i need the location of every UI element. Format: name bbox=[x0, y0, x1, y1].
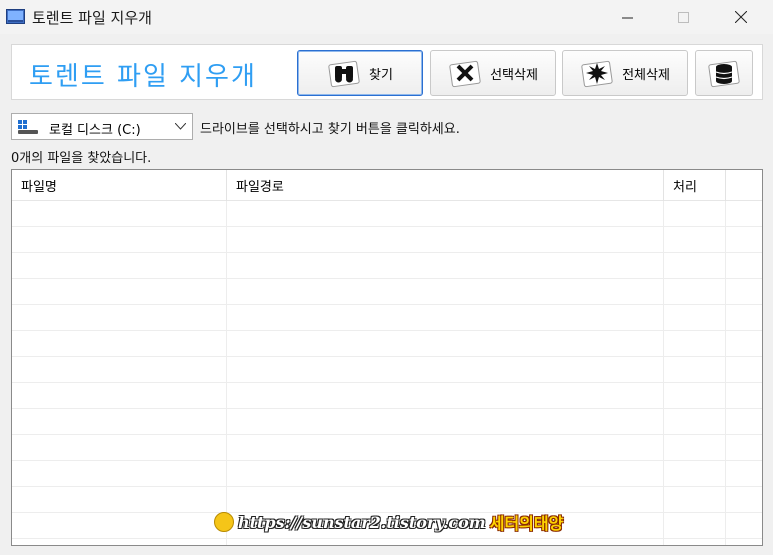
minimize-icon bbox=[621, 17, 633, 18]
header-panel: 토렌트 파일 지우개 찾기 선택삭제 전체삭제 bbox=[11, 44, 763, 100]
delete-selected-label: 선택삭제 bbox=[490, 67, 538, 83]
client-area: 토렌트 파일 지우개 찾기 선택삭제 전체삭제 로컬 디스크 (C:) 드라이브… bbox=[0, 34, 773, 555]
app-icon bbox=[6, 9, 25, 24]
drive-hint-text: 드라이브를 선택하시고 찾기 버튼을 클릭하세요. bbox=[200, 122, 460, 137]
database-button[interactable] bbox=[695, 50, 753, 96]
app-heading: 토렌트 파일 지우개 bbox=[29, 62, 257, 92]
maximize-button[interactable] bbox=[660, 0, 706, 34]
table-row bbox=[12, 435, 762, 461]
table-row bbox=[12, 383, 762, 409]
minimize-button[interactable] bbox=[604, 0, 650, 34]
delete-all-label: 전체삭제 bbox=[622, 67, 670, 83]
watermark-url: https://sunstar2.tistory.com bbox=[238, 512, 486, 532]
delete-all-button[interactable]: 전체삭제 bbox=[562, 50, 688, 96]
table-row bbox=[12, 331, 762, 357]
burst-icon bbox=[581, 60, 613, 88]
table-header: 파일명 파일경로 처리 bbox=[12, 170, 762, 201]
chevron-down-icon bbox=[175, 123, 186, 130]
drive-icon bbox=[18, 120, 38, 134]
column-header-filename[interactable]: 파일명 bbox=[12, 170, 227, 201]
close-icon bbox=[735, 11, 747, 23]
table-row bbox=[12, 227, 762, 253]
drive-select-value: 로컬 디스크 (C:) bbox=[49, 123, 141, 138]
close-button[interactable] bbox=[718, 0, 764, 34]
column-header-action[interactable]: 처리 bbox=[664, 170, 726, 201]
find-button[interactable]: 찾기 bbox=[297, 50, 423, 96]
column-header-path[interactable]: 파일경로 bbox=[227, 170, 664, 201]
maximize-icon bbox=[677, 11, 689, 23]
find-button-label: 찾기 bbox=[369, 67, 393, 83]
table-body bbox=[12, 201, 762, 539]
table-row bbox=[12, 279, 762, 305]
binoculars-icon bbox=[328, 60, 360, 88]
table-row bbox=[12, 253, 762, 279]
table-row bbox=[12, 461, 762, 487]
delete-selected-button[interactable]: 선택삭제 bbox=[430, 50, 556, 96]
database-icon bbox=[708, 60, 740, 88]
table-row bbox=[12, 409, 762, 435]
drive-select[interactable]: 로컬 디스크 (C:) bbox=[11, 113, 193, 140]
results-table[interactable]: 파일명 파일경로 처리 bbox=[11, 169, 763, 546]
found-count-text: 0개의 파일을 찾았습니다. bbox=[11, 151, 152, 166]
window-title: 토렌트 파일 지우개 bbox=[32, 9, 152, 27]
watermark-blog-name: 세터의태양 bbox=[489, 514, 564, 533]
delete-x-icon bbox=[449, 60, 481, 88]
table-row bbox=[12, 305, 762, 331]
table-row bbox=[12, 201, 762, 227]
title-bar[interactable]: 토렌트 파일 지우개 bbox=[0, 0, 773, 34]
smiley-icon bbox=[214, 512, 234, 532]
table-row bbox=[12, 357, 762, 383]
watermark: https://sunstar2.tistory.com 세터의태양 bbox=[214, 510, 563, 534]
